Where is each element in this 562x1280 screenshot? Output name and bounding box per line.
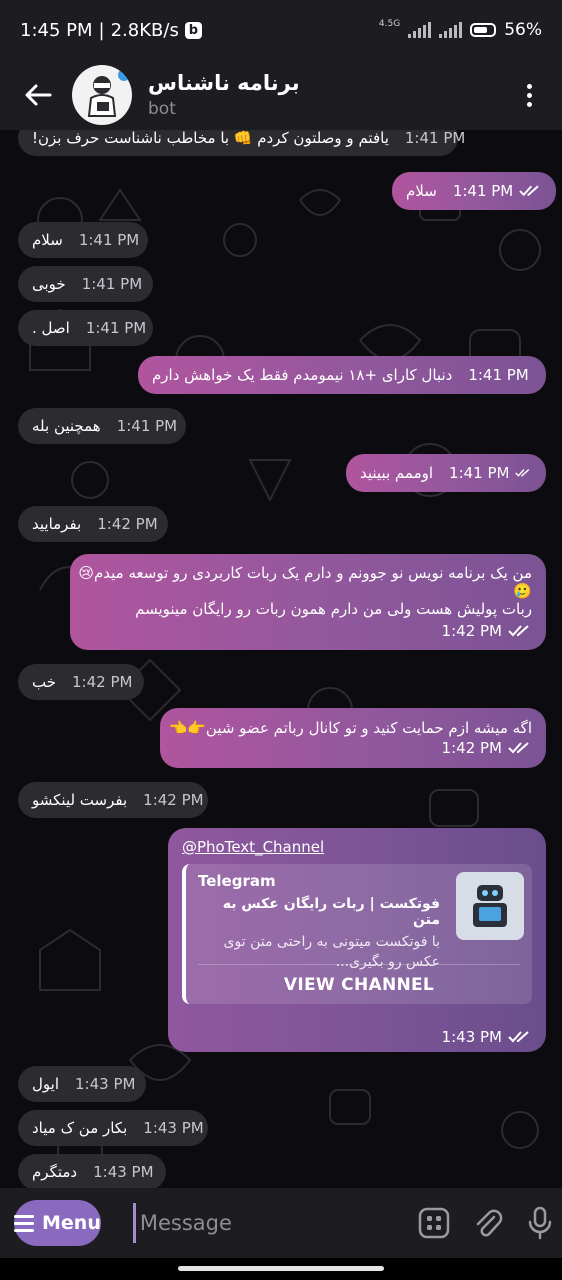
message-outgoing[interactable]: اوممم ببینید 1:41 PM — [346, 454, 546, 492]
status-bar: 1:45 PM | 2.8KB/s b 4.5G 56% — [0, 0, 562, 60]
hamburger-icon — [14, 1214, 34, 1232]
channel-link[interactable]: @PhoText_Channel — [182, 838, 532, 856]
double-check-icon — [508, 1031, 529, 1043]
network-speed: 2.8KB/s — [110, 19, 179, 41]
microphone-icon — [528, 1206, 552, 1240]
message-incoming[interactable]: سلام 1:41 PM — [18, 222, 148, 258]
message-footer: 1:42 PM — [174, 739, 532, 757]
message-incoming[interactable]: دمتگرم 1:43 PM — [18, 1154, 166, 1188]
back-arrow-icon — [25, 84, 52, 106]
message-outgoing[interactable]: سلام 1:41 PM — [392, 172, 556, 210]
verified-icon — [116, 67, 132, 83]
dot-icon — [526, 101, 532, 107]
attach-button[interactable] — [472, 1203, 504, 1243]
voice-button[interactable] — [526, 1203, 554, 1243]
link-preview-card[interactable]: Telegram فوتکست | ربات رایگان عکس به متن… — [182, 864, 532, 1004]
double-check-icon — [515, 469, 530, 477]
robot-scan-icon — [473, 885, 507, 927]
message-incoming[interactable]: یافتم و وصلتون کردم 👊 با مخاطب ناشناست ح… — [18, 130, 465, 156]
back-button[interactable] — [18, 75, 58, 115]
message-incoming[interactable]: خب 1:42 PM — [18, 664, 144, 700]
dot-icon — [526, 92, 532, 98]
network-type: 4.5G — [378, 19, 401, 29]
avatar[interactable] — [72, 65, 132, 125]
bot-commands-button[interactable] — [418, 1203, 450, 1243]
preview-thumbnail — [456, 872, 524, 940]
message-footer: 1:43 PM — [442, 1028, 532, 1046]
title-block[interactable]: برنامه ناشناس bot — [148, 71, 514, 119]
signal-icon — [408, 22, 432, 38]
message-incoming[interactable]: اصل . 1:41 PM — [18, 310, 153, 346]
bing-icon: b — [184, 21, 202, 39]
double-check-icon — [519, 185, 539, 197]
message-incoming[interactable]: بکار من ک میاد 1:43 PM — [18, 1110, 208, 1146]
message-composer: Menu — [0, 1188, 562, 1258]
message-incoming[interactable]: بفرمایید 1:42 PM — [18, 506, 168, 542]
message-incoming[interactable]: ایول 1:43 PM — [18, 1066, 146, 1102]
message-incoming[interactable]: بفرست لینکشو 1:42 PM — [18, 782, 208, 818]
grid-icon — [418, 1207, 450, 1239]
bot-menu-button[interactable]: Menu — [14, 1200, 101, 1246]
preview-title: فوتکست | ربات رایگان عکس به متن — [222, 896, 440, 928]
double-check-icon — [508, 625, 529, 637]
home-indicator[interactable] — [178, 1266, 384, 1271]
paperclip-icon — [476, 1209, 503, 1237]
dot-icon — [526, 83, 532, 89]
chat-header: برنامه ناشناس bot — [0, 60, 562, 130]
clock: 1:45 PM — [20, 19, 93, 41]
message-outgoing[interactable]: اگه میشه ازم حمایت کنید و تو کانال رباتم… — [160, 708, 546, 768]
chat-area[interactable]: یافتم و وصلتون کردم 👊 با مخاطب ناشناست ح… — [0, 130, 562, 1188]
message-footer: 1:42 PM — [84, 622, 532, 640]
message-incoming[interactable]: همچنین بله 1:41 PM — [18, 408, 186, 444]
double-check-icon — [508, 742, 529, 754]
status-left: 1:45 PM | 2.8KB/s b — [20, 20, 379, 41]
separator: | — [98, 19, 105, 41]
view-channel-button[interactable]: VIEW CHANNEL — [198, 964, 520, 1004]
signal-icon-2 — [439, 22, 463, 38]
navigation-bar — [0, 1258, 562, 1280]
message-incoming[interactable]: خوبی 1:41 PM — [18, 266, 153, 302]
chat-subtitle: bot — [148, 99, 176, 119]
menu-label: Menu — [42, 1212, 101, 1234]
message-outgoing[interactable]: من یک برنامه نویس نو جوونم و دارم یک ربا… — [70, 554, 546, 650]
status-right: 4.5G 56% — [378, 19, 542, 40]
battery-level: 56% — [504, 20, 542, 40]
message-outgoing[interactable]: دنبال کارای +۱۸ نیمومدم فقط یک خواهش دار… — [138, 356, 546, 394]
message-outgoing-link[interactable]: @PhoText_Channel Telegram فوتکست | ربات … — [168, 828, 546, 1052]
message-input[interactable] — [132, 1203, 408, 1243]
battery-icon — [470, 23, 497, 37]
chat-title: برنامه ناشناس — [148, 71, 300, 95]
more-menu-button[interactable] — [514, 83, 544, 107]
